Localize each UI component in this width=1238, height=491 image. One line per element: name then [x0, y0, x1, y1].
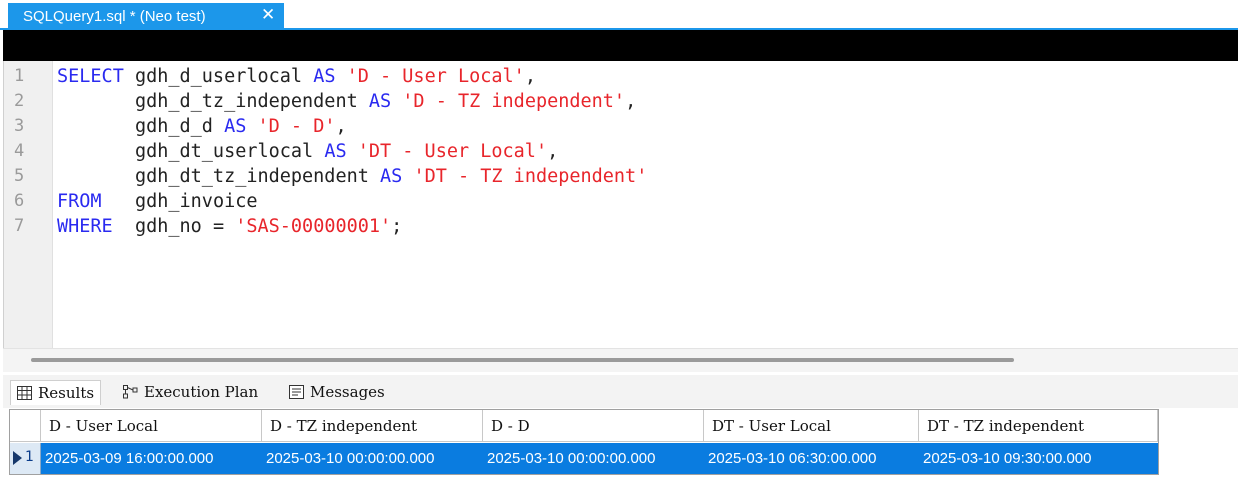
tab-results[interactable]: Results	[10, 380, 102, 405]
execution-plan-icon	[123, 385, 138, 399]
code-line[interactable]: SELECT gdh_d_userlocal AS 'D - User Loca…	[57, 64, 536, 89]
tab-title: SQLQuery1.sql * (Neo test)	[23, 8, 206, 25]
line-number: 6	[14, 191, 25, 211]
table-cell[interactable]: 2025-03-10 00:00:00.000	[483, 443, 704, 474]
sql-keyword: AS	[313, 66, 336, 87]
sql-identifier	[347, 141, 358, 162]
tab-messages-label: Messages	[310, 383, 385, 401]
line-number: 1	[14, 66, 25, 86]
tab-messages[interactable]: Messages	[289, 380, 385, 404]
sql-identifier: ,	[524, 66, 536, 87]
table-cell[interactable]: 2025-03-10 06:30:00.000	[704, 443, 919, 474]
column-header[interactable]: DT - TZ independent	[919, 410, 1158, 442]
sql-string: 'DT - User Local'	[357, 141, 548, 162]
sql-identifier: gdh_d_d	[57, 116, 225, 137]
line-number: 4	[14, 141, 25, 161]
sql-keyword: FROM	[57, 191, 102, 212]
sql-keyword: AS	[380, 166, 403, 187]
messages-icon	[289, 385, 304, 399]
sql-identifier	[391, 91, 402, 112]
sql-identifier: ;	[391, 216, 403, 237]
close-icon[interactable]: ✕	[261, 5, 275, 25]
code-line[interactable]: gdh_dt_userlocal AS 'DT - User Local',	[57, 139, 558, 164]
column-header[interactable]: D - D	[483, 410, 704, 442]
sql-string: 'DT - TZ independent'	[413, 166, 648, 187]
results-tab-bar: Results Execution Plan Messages	[3, 375, 1238, 408]
sql-identifier	[335, 66, 346, 87]
sql-identifier: gdh_d_tz_independent	[57, 91, 369, 112]
row-selector[interactable]: 1	[10, 443, 41, 474]
sql-identifier: ,	[625, 91, 637, 112]
line-number: 5	[14, 166, 25, 186]
sql-identifier: gdh_d_userlocal	[123, 66, 314, 87]
sql-identifier: ,	[547, 141, 559, 162]
sql-editor[interactable]: 1 2 3 4 5 6 7 SELECT gdh_d_userlocal AS …	[3, 61, 1238, 348]
tab-results-label: Results	[38, 384, 95, 402]
editor-horizontal-scrollbar[interactable]	[3, 348, 1238, 372]
sql-identifier: gdh_dt_tz_independent	[57, 166, 381, 187]
column-header[interactable]: D - User Local	[41, 410, 262, 442]
line-number: 3	[14, 116, 25, 136]
table-cell[interactable]: 2025-03-10 09:30:00.000	[919, 443, 1158, 474]
sql-identifier: gdh_no =	[112, 216, 236, 237]
grid-icon	[17, 386, 32, 400]
sql-identifier: ,	[335, 116, 347, 137]
table-cell[interactable]: 2025-03-09 16:00:00.000	[41, 443, 262, 474]
code-line[interactable]: gdh_d_d AS 'D - D',	[57, 114, 347, 139]
column-header[interactable]: DT - User Local	[704, 410, 919, 442]
sql-string: 'D - TZ independent'	[402, 91, 626, 112]
sql-identifier: gdh_invoice	[101, 191, 258, 212]
code-line[interactable]: gdh_dt_tz_independent AS 'DT - TZ indepe…	[57, 164, 647, 189]
scrollbar-thumb[interactable]	[31, 358, 1014, 362]
line-number-gutter: 1 2 3 4 5 6 7	[4, 61, 53, 348]
grid-corner[interactable]	[10, 410, 41, 442]
sql-keyword: AS	[368, 91, 392, 112]
results-grid[interactable]: D - User Local D - TZ independent D - D …	[9, 409, 1159, 475]
sql-identifier	[402, 166, 413, 187]
column-header[interactable]: D - TZ independent	[262, 410, 483, 442]
sql-keyword: WHERE	[57, 216, 113, 237]
line-number: 7	[14, 216, 25, 236]
document-tab-strip: SQLQuery1.sql * (Neo test) ✕	[0, 0, 1238, 30]
sql-string: 'D - D'	[257, 116, 336, 137]
sql-string: 'SAS-00000001'	[235, 216, 392, 237]
tab-execution-plan[interactable]: Execution Plan	[123, 380, 258, 404]
sql-keyword: SELECT	[57, 66, 124, 87]
tab-sqlquery1[interactable]: SQLQuery1.sql * (Neo test) ✕	[8, 3, 284, 30]
code-line[interactable]: FROM gdh_invoice	[57, 189, 258, 214]
sql-keyword: AS	[324, 141, 347, 162]
sql-identifier: gdh_dt_userlocal	[57, 141, 325, 162]
code-line[interactable]: WHERE gdh_no = 'SAS-00000001';	[57, 214, 402, 239]
status-area	[0, 475, 1238, 491]
table-row[interactable]: 1 2025-03-09 16:00:00.000 2025-03-10 00:…	[10, 443, 1158, 474]
sql-keyword: AS	[224, 116, 247, 137]
table-cell[interactable]: 2025-03-10 00:00:00.000	[262, 443, 483, 474]
code-line[interactable]: gdh_d_tz_independent AS 'D - TZ independ…	[57, 89, 636, 114]
sql-string: 'D - User Local'	[346, 66, 525, 87]
line-number: 2	[14, 91, 25, 111]
row-number: 1	[25, 449, 34, 465]
tab-execution-plan-label: Execution Plan	[144, 383, 259, 401]
toolbar-strip	[3, 30, 1238, 61]
sql-identifier	[246, 116, 257, 137]
current-row-arrow-icon	[13, 451, 22, 465]
